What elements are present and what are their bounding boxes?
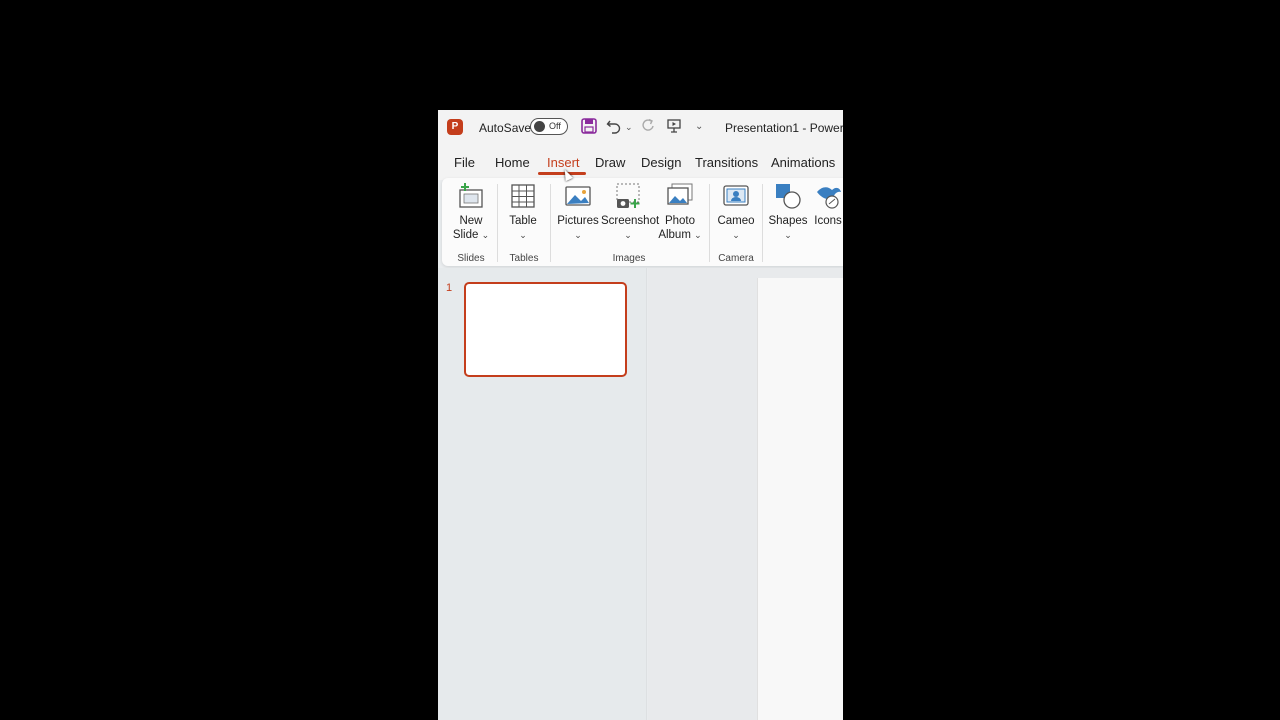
- chevron-down-icon: ⌄: [624, 230, 632, 240]
- tab-insert[interactable]: Insert: [547, 155, 580, 170]
- group-label-images: Images: [612, 253, 646, 264]
- shapes-button[interactable]: Shapes ⌄: [768, 182, 808, 242]
- group-divider: [709, 184, 710, 262]
- photo-album-label-1: Photo: [664, 215, 696, 227]
- tab-design[interactable]: Design: [641, 155, 681, 170]
- ribbon-tabs: File Home Insert Draw Design Transitions…: [438, 144, 843, 180]
- tab-home[interactable]: Home: [495, 155, 530, 170]
- cameo-label: Cameo: [717, 215, 755, 227]
- cameo-icon: [722, 182, 750, 210]
- slide-thumbnail-pane: 1: [438, 268, 646, 720]
- chevron-down-icon: ⌄: [519, 230, 527, 240]
- tab-draw[interactable]: Draw: [595, 155, 625, 170]
- group-label-camera: Camera: [718, 253, 754, 264]
- new-slide-button[interactable]: New Slide ⌄: [448, 182, 494, 242]
- autosave-toggle[interactable]: Off: [530, 118, 568, 135]
- photo-album-label-2: Album: [658, 229, 691, 241]
- toggle-knob: [534, 121, 545, 132]
- shapes-icon: [774, 182, 802, 210]
- group-divider: [762, 184, 763, 262]
- tab-animations[interactable]: Animations: [771, 155, 835, 170]
- chevron-down-icon: ⌄: [574, 230, 582, 240]
- pictures-button[interactable]: Pictures ⌄: [556, 182, 600, 242]
- insert-ribbon: New Slide ⌄ Table ⌄ Pictures ⌄ Screenshot ⌄: [442, 178, 843, 266]
- save-icon[interactable]: [581, 118, 597, 136]
- new-slide-label-2: Slide: [452, 229, 479, 241]
- cameo-button[interactable]: Cameo ⌄: [714, 182, 758, 242]
- autosave-label: AutoSave: [479, 121, 532, 135]
- slide-number: 1: [446, 282, 453, 294]
- screenshot-button[interactable]: Screenshot ⌄: [601, 182, 659, 242]
- group-divider: [497, 184, 498, 262]
- table-button[interactable]: Table ⌄: [502, 182, 544, 242]
- chevron-down-icon: ⌄: [732, 230, 740, 240]
- new-slide-icon: [457, 182, 485, 210]
- tab-file[interactable]: File: [454, 155, 475, 170]
- undo-dropdown-chevron-icon[interactable]: ⌄: [625, 118, 633, 136]
- shapes-label: Shapes: [768, 215, 808, 227]
- group-label-slides: Slides: [457, 253, 485, 264]
- redo-icon[interactable]: [640, 118, 656, 136]
- photo-album-icon: [666, 182, 694, 210]
- slide-thumbnail[interactable]: [464, 282, 627, 377]
- pictures-icon: [564, 182, 592, 210]
- icons-icon: [814, 182, 842, 210]
- document-title: Presentation1 - PowerP: [725, 121, 843, 135]
- slide-editor: [648, 268, 843, 720]
- chevron-down-icon: ⌄: [694, 230, 702, 240]
- screenshot-label: Screenshot: [601, 215, 660, 227]
- table-icon: [509, 182, 537, 210]
- powerpoint-logo-icon: P: [447, 119, 463, 135]
- slide-canvas[interactable]: [757, 278, 843, 720]
- icons-label: Icons: [814, 215, 842, 227]
- title-bar: P AutoSave Off ⌄ ⌄ Presentation1 - Power…: [438, 110, 843, 144]
- chevron-down-icon: ⌄: [481, 230, 490, 240]
- undo-icon[interactable]: [606, 118, 622, 136]
- new-slide-label-1: New: [459, 215, 483, 227]
- group-divider: [550, 184, 551, 262]
- photo-album-button[interactable]: Photo Album ⌄: [658, 182, 702, 242]
- group-label-tables: Tables: [509, 253, 539, 264]
- powerpoint-window: P AutoSave Off ⌄ ⌄ Presentation1 - Power…: [438, 110, 843, 720]
- pictures-label: Pictures: [557, 215, 599, 227]
- present-icon[interactable]: [666, 118, 682, 136]
- customize-toolbar-chevron-icon[interactable]: ⌄: [695, 118, 703, 136]
- table-label: Table: [509, 215, 537, 227]
- chevron-down-icon: ⌄: [784, 230, 792, 240]
- screenshot-icon: [614, 182, 642, 210]
- tab-transitions[interactable]: Transitions: [695, 155, 758, 170]
- autosave-state: Off: [549, 121, 561, 131]
- icons-button[interactable]: Icons: [810, 182, 843, 228]
